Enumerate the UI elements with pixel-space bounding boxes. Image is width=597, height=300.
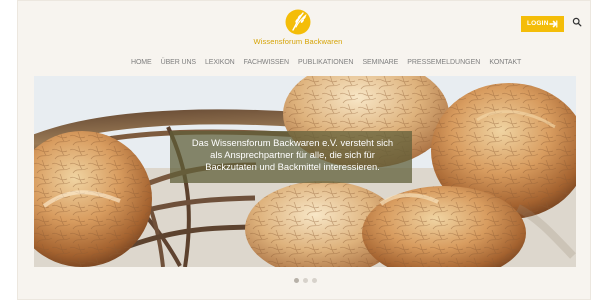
- hero-slider[interactable]: Das Wissensforum Backwaren e.V. versteht…: [34, 76, 576, 267]
- nav-item-pressemeldungen[interactable]: PRESSEMELDUNGEN: [407, 58, 480, 68]
- search-icon[interactable]: [572, 17, 582, 27]
- main-navigation: HOME ÜBER UNS LEXIKON FACHWISSEN PUBLIKA…: [131, 57, 521, 69]
- nav-item-home[interactable]: HOME: [131, 58, 152, 68]
- nav-item-fachwissen[interactable]: FACHWISSEN: [244, 58, 289, 68]
- wheat-logo-icon: [285, 9, 311, 35]
- login-label: LOGIN: [527, 20, 549, 27]
- slider-dot-2[interactable]: [303, 277, 308, 283]
- slider-dot-3[interactable]: [312, 277, 317, 283]
- hero-caption: Das Wissensforum Backwaren e.V. versteht…: [191, 137, 394, 172]
- nav-item-publikationen[interactable]: PUBLIKATIONEN: [298, 58, 354, 68]
- nav-item-kontakt[interactable]: KONTAKT: [489, 58, 521, 68]
- arrow-right-icon: [549, 20, 558, 28]
- nav-item-lexikon[interactable]: LEXIKON: [205, 58, 235, 68]
- login-button[interactable]: LOGIN: [521, 16, 564, 32]
- nav-item-seminare[interactable]: SEMINARE: [362, 58, 398, 68]
- nav-item-ueber-uns[interactable]: ÜBER UNS: [161, 58, 196, 68]
- site-logo[interactable]: Wissensforum Backwaren: [251, 9, 345, 49]
- slider-pagination: [294, 277, 318, 283]
- logo-text: Wissensforum Backwaren: [253, 37, 343, 46]
- page: Wissensforum Backwaren LOGIN HOME ÜBER U…: [0, 0, 597, 300]
- slider-dot-1[interactable]: [294, 277, 299, 283]
